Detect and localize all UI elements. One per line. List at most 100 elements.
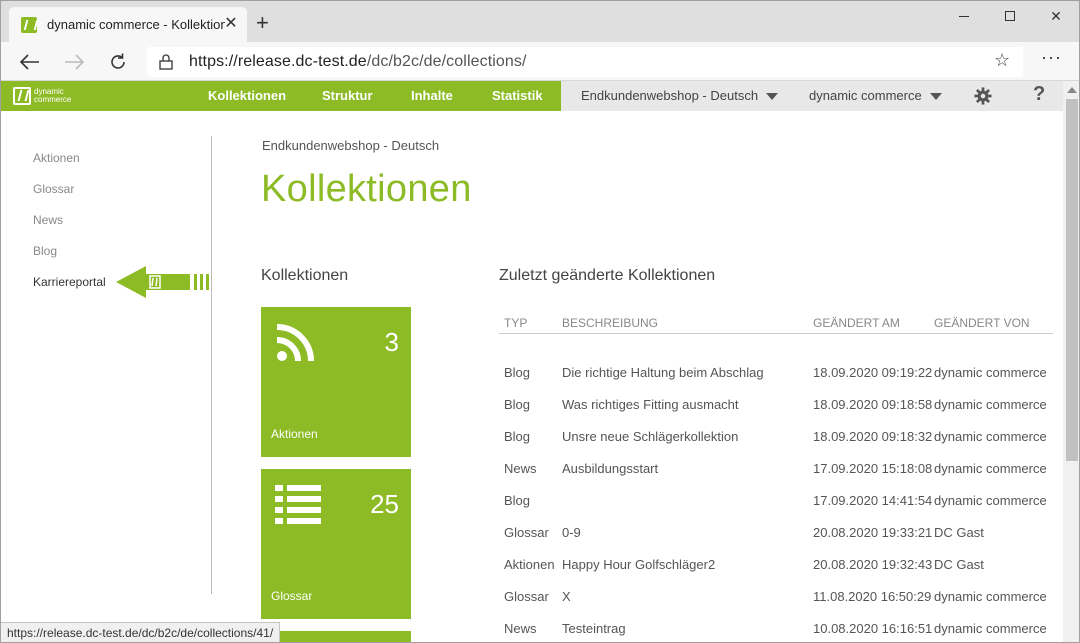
table-row[interactable]: News Ausbildungsstart 17.09.2020 15:18:08 d… <box>499 461 1053 493</box>
tile-count: 3 <box>384 327 399 357</box>
app-header: dynamic commerce Kollektionen Struktur In… <box>1 81 1063 111</box>
table-row[interactable]: Blog 17.09.2020 14:41:54 dynamic commerce <box>499 493 1053 525</box>
table-row[interactable]: Blog Die richtige Haltung beim Abschlag 18… <box>499 365 1053 397</box>
page-title: Kollektionen <box>261 168 472 210</box>
vertical-scrollbar[interactable] <box>1063 81 1079 642</box>
tile-glossar[interactable]: 25 Glossar <box>261 469 411 619</box>
cell-geaendert-von: dynamic commerce <box>934 493 1047 508</box>
cell-beschreibung: Happy Hour Golfschläger2 <box>562 557 716 572</box>
cell-geaendert-am: 18.09.2020 09:18:58 <box>813 397 933 412</box>
gear-icon[interactable] <box>974 87 992 105</box>
arrow-right-icon <box>65 54 84 70</box>
nav-inhalte[interactable]: Inhalte <box>411 81 453 111</box>
browser-tab[interactable]: dynamic commerce - Kollektione ✕ <box>9 7 247 42</box>
address-bar[interactable]: https://release.dc-test.de/dc/b2c/de/col… <box>147 47 1023 77</box>
cell-geaendert-von: dynamic commerce <box>934 429 1047 444</box>
browser-window: dynamic commerce - Kollektione ✕ + ✕ htt… <box>0 0 1080 643</box>
column-header-geaendert-von[interactable]: GEÄNDERT VON <box>934 316 1030 330</box>
chevron-down-icon <box>766 93 779 101</box>
more-menu-icon[interactable]: ··· <box>1041 47 1062 68</box>
cell-geaendert-von: DC Gast <box>934 557 984 572</box>
scroll-up-icon[interactable] <box>1067 87 1077 93</box>
cell-geaendert-von: dynamic commerce <box>934 365 1047 380</box>
minimize-button[interactable] <box>941 1 987 31</box>
cell-typ: Blog <box>504 429 531 444</box>
table-header: TYP BESCHREIBUNG GEÄNDERT AM GEÄNDERT VO… <box>499 316 1053 334</box>
table-row[interactable]: Blog Was richtiges Fitting ausmacht 18.09.… <box>499 397 1053 429</box>
column-header-beschreibung[interactable]: BESCHREIBUNG <box>562 316 658 330</box>
close-icon: ✕ <box>1050 7 1062 24</box>
cell-beschreibung: 0-9 <box>562 525 581 540</box>
tile-label: Aktionen <box>271 427 318 441</box>
reload-button[interactable] <box>105 49 131 75</box>
favorite-star-icon[interactable]: ☆ <box>994 50 1010 71</box>
table-row[interactable]: Aktionen Happy Hour Golfschläger2 20.08.20… <box>499 557 1053 589</box>
cell-beschreibung: Testeintrag <box>562 621 626 636</box>
table-row[interactable]: Blog Unsre neue Schlägerkollektion 18.09.2… <box>499 429 1053 461</box>
table-row[interactable]: News Testeintrag 10.08.2020 16:16:51 dynami… <box>499 621 1053 642</box>
new-tab-icon[interactable]: + <box>256 12 269 34</box>
chevron-down-icon <box>929 93 942 101</box>
cell-typ: Blog <box>504 397 531 412</box>
cell-beschreibung: Was richtiges Fitting ausmacht <box>562 397 739 412</box>
list-icon <box>275 485 321 524</box>
rss-icon <box>276 324 314 362</box>
sidebar-item-glossar[interactable]: Glossar <box>33 182 74 196</box>
table-row[interactable]: Glossar X 11.08.2020 16:50:29 dynamic comme… <box>499 589 1053 621</box>
cell-geaendert-am: 17.09.2020 14:41:54 <box>813 493 933 508</box>
cell-typ: Blog <box>504 365 531 380</box>
column-header-geaendert-am[interactable]: GEÄNDERT AM <box>813 316 900 330</box>
sidebar-item-news[interactable]: News <box>33 213 63 227</box>
cell-typ: News <box>504 461 537 476</box>
cell-typ: Blog <box>504 493 531 508</box>
nav-statistik[interactable]: Statistik <box>492 81 543 111</box>
cell-typ: News <box>504 621 537 636</box>
cell-geaendert-am: 18.09.2020 09:18:32 <box>813 429 933 444</box>
user-dropdown[interactable]: dynamic commerce <box>809 81 942 111</box>
close-window-button[interactable]: ✕ <box>1033 1 1079 31</box>
maximize-icon <box>1005 11 1015 21</box>
app-logo[interactable]: dynamic commerce <box>13 87 71 105</box>
shop-dropdown[interactable]: Endkundenwebshop - Deutsch <box>581 81 779 111</box>
cell-beschreibung: Die richtige Haltung beim Abschlag <box>562 365 764 380</box>
tile-next[interactable] <box>261 631 411 642</box>
forward-button[interactable] <box>61 49 87 75</box>
arrow-left-icon <box>20 54 39 70</box>
cell-typ: Aktionen <box>504 557 555 572</box>
sidebar-item-karriereportal[interactable]: Karriereportal <box>33 275 106 289</box>
nav-struktur[interactable]: Struktur <box>322 81 373 111</box>
column-header-typ[interactable]: TYP <box>504 316 527 330</box>
tab-bar: dynamic commerce - Kollektione ✕ + ✕ <box>1 1 1079 42</box>
tab-close-icon[interactable]: ✕ <box>223 16 239 32</box>
address-host: https://release.dc-test.de <box>189 53 367 70</box>
breadcrumb: Endkundenwebshop - Deutsch <box>262 138 440 153</box>
lock-icon <box>159 54 173 70</box>
nav-kollektionen[interactable]: Kollektionen <box>208 81 286 111</box>
collections-heading: Kollektionen <box>261 267 349 284</box>
cell-geaendert-am: 18.09.2020 09:19:22 <box>813 365 933 380</box>
reload-icon <box>111 53 125 69</box>
tab-title: dynamic commerce - Kollektione <box>47 17 225 32</box>
cell-geaendert-von: dynamic commerce <box>934 589 1047 604</box>
back-button[interactable] <box>17 49 43 75</box>
maximize-button[interactable] <box>987 1 1033 31</box>
address-text: https://release.dc-test.de/dc/b2c/de/col… <box>189 53 527 71</box>
shop-dropdown-label: Endkundenwebshop - Deutsch <box>581 88 759 103</box>
sidebar-item-blog[interactable]: Blog <box>33 244 57 258</box>
tile-label: Glossar <box>271 589 313 603</box>
cell-geaendert-am: 10.08.2020 16:16:51 <box>813 621 933 636</box>
address-path: /dc/b2c/de/collections/ <box>366 53 527 70</box>
cell-beschreibung: X <box>562 589 571 604</box>
cell-geaendert-am: 20.08.2020 19:32:43 <box>813 557 933 572</box>
cell-geaendert-am: 17.09.2020 15:18:08 <box>813 461 933 476</box>
cell-typ: Glossar <box>504 589 549 604</box>
logo-icon <box>13 87 31 105</box>
sidebar-item-aktionen[interactable]: Aktionen <box>33 151 80 165</box>
cell-beschreibung: Unsre neue Schlägerkollektion <box>562 429 739 444</box>
tile-aktionen[interactable]: 3 Aktionen <box>261 307 411 457</box>
scrollbar-thumb[interactable] <box>1066 99 1078 461</box>
table-row[interactable]: Glossar 0-9 20.08.2020 19:33:21 DC Gast <box>499 525 1053 557</box>
help-button[interactable]: ? <box>1033 83 1045 106</box>
recent-collections-heading: Zuletzt geänderte Kollektionen <box>499 267 716 284</box>
cell-geaendert-am: 11.08.2020 16:50:29 <box>813 589 932 604</box>
